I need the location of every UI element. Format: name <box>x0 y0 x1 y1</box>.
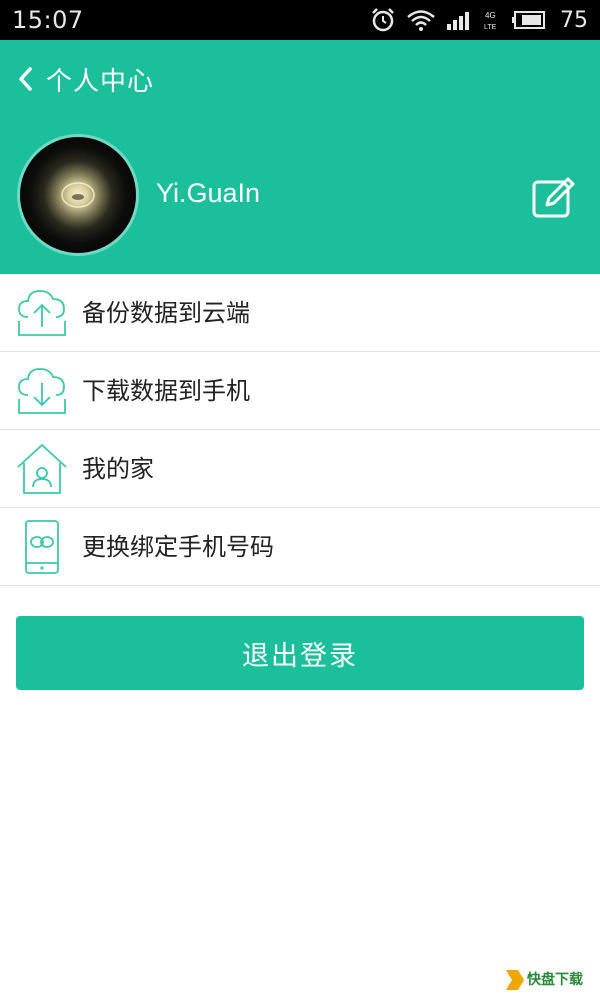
status-bar: 15:07 4G LTE 75 <box>0 0 600 40</box>
profile-section: Yi.GuaIn <box>0 134 600 258</box>
battery-level: 75 <box>560 7 588 33</box>
phone-bind-icon <box>25 520 59 574</box>
status-icons: 4G LTE 75 <box>370 7 588 33</box>
menu-label-backup: 备份数据到云端 <box>82 299 250 327</box>
wifi-icon <box>407 10 435 31</box>
svg-text:快盘下载: 快盘下载 <box>527 971 583 988</box>
watermark-logo: 快盘下载 <box>504 966 592 994</box>
network-type-icon: 4G LTE <box>484 11 497 31</box>
menu-item-change-phone[interactable]: 更换绑定手机号码 <box>0 508 600 586</box>
cloud-upload-icon <box>18 290 66 336</box>
chevron-left-icon[interactable] <box>6 40 46 118</box>
watermark-logo-icon: 快盘下载 <box>506 970 583 990</box>
menu-item-backup[interactable]: 备份数据到云端 <box>0 274 600 352</box>
logout-button[interactable]: 退出登录 <box>16 616 584 690</box>
signal-icon <box>447 12 469 30</box>
page-title: 个人中心 <box>46 66 155 97</box>
cloud-download-icon <box>18 368 66 414</box>
alarm-icon <box>372 8 394 32</box>
menu-label-my-home: 我的家 <box>82 455 154 483</box>
profile-header: 个人中心 Yi.GuaIn <box>0 40 600 274</box>
avatar[interactable] <box>17 134 139 256</box>
menu-label-change-phone: 更换绑定手机号码 <box>82 533 274 561</box>
menu-label-download: 下载数据到手机 <box>82 377 250 405</box>
nav-bar: 个人中心 <box>0 40 600 118</box>
menu-list: 备份数据到云端 下载数据到手机 我的家 更换绑定手机号码 <box>0 274 600 586</box>
battery-icon <box>512 11 545 29</box>
menu-item-my-home[interactable]: 我的家 <box>0 430 600 508</box>
username: Yi.GuaIn <box>156 178 261 208</box>
svg-text:4G: 4G <box>485 11 496 20</box>
edit-icon[interactable] <box>530 172 578 220</box>
home-icon <box>17 444 67 494</box>
menu-item-download[interactable]: 下载数据到手机 <box>0 352 600 430</box>
status-time: 15:07 <box>12 6 84 34</box>
svg-text:LTE: LTE <box>484 24 497 31</box>
